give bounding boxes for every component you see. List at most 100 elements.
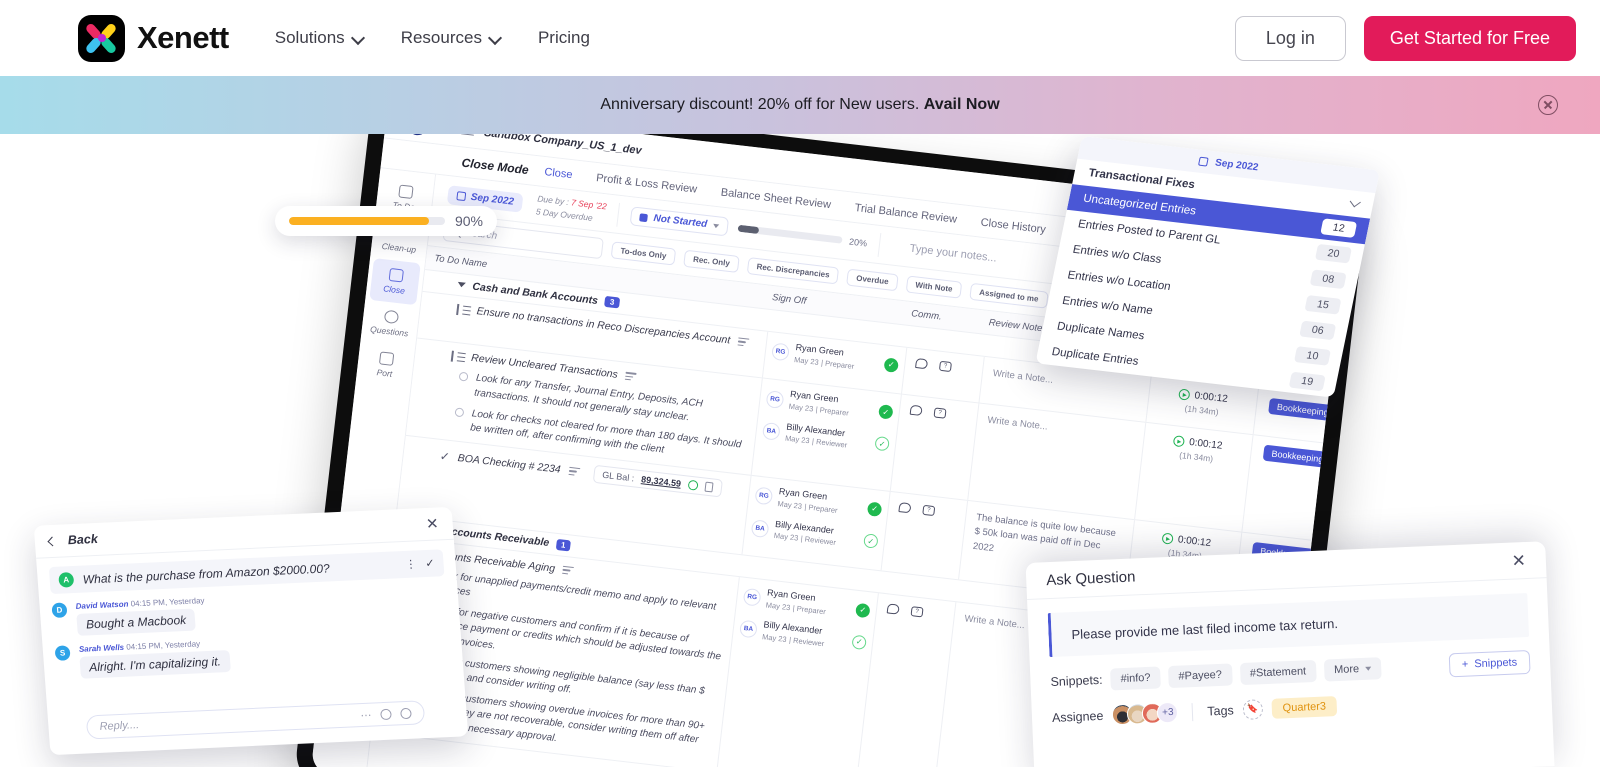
nav-item-resources[interactable]: Resources — [401, 28, 500, 48]
play-icon[interactable] — [1177, 388, 1191, 401]
close-book-icon — [388, 267, 404, 283]
assignee-overflow-count[interactable]: +3 — [1156, 701, 1179, 724]
status-label: Not Started — [652, 212, 708, 231]
description-icon — [737, 336, 750, 349]
snippet-statement[interactable]: #Statement — [1239, 659, 1317, 686]
signoff-check-icon[interactable]: ✓ — [855, 602, 871, 618]
radio-icon[interactable] — [458, 371, 469, 382]
tag-chip-quarter3[interactable]: Quarter3 — [1271, 695, 1338, 719]
notes-input[interactable]: Type your notes... — [909, 242, 997, 264]
filter-chip-rec-only[interactable]: Rec. Only — [683, 249, 740, 273]
landing-page: Xenett Solutions Resources Pricing Log i… — [0, 0, 1600, 767]
resolve-check-icon[interactable]: ✓ — [425, 557, 435, 570]
hamburger-menu-icon[interactable] — [460, 134, 476, 138]
comment-icon[interactable] — [898, 502, 912, 514]
row-comm-cell: ? — [901, 347, 985, 403]
filter-chip-with-note[interactable]: With Note — [905, 275, 963, 299]
row-note-cell[interactable]: Write a Note... — [968, 403, 1147, 520]
play-icon[interactable] — [1161, 532, 1174, 545]
question-bubble-icon[interactable]: ? — [910, 606, 924, 618]
snippet-info[interactable]: #info? — [1110, 666, 1161, 691]
filter-chip-todos-only[interactable]: To-dos Only — [610, 241, 677, 266]
question-bubble-icon[interactable]: ? — [933, 407, 947, 420]
filter-chip-rec-discrepancies[interactable]: Rec. Discrepancies — [746, 257, 840, 285]
tab-close[interactable]: Close — [544, 166, 573, 181]
question-bubble-icon[interactable]: ? — [922, 504, 936, 517]
tab-close-history[interactable]: Close History — [980, 216, 1046, 235]
nav-item-pricing[interactable]: Pricing — [538, 28, 590, 48]
chevron-down-icon — [712, 223, 720, 228]
signer: BA Billy Alexander May 23 | Reviewer ✓ — [738, 617, 868, 655]
dropdown-item-count: 08 — [1309, 269, 1347, 290]
more-dots-icon[interactable]: ⋯ — [360, 708, 372, 721]
back-arrow-icon[interactable] — [47, 536, 58, 546]
attach-upload-icon[interactable] — [400, 707, 412, 719]
login-button[interactable]: Log in — [1234, 15, 1346, 61]
get-started-button[interactable]: Get Started for Free — [1363, 15, 1576, 61]
checklist-icon — [450, 350, 464, 363]
snippet-payee[interactable]: #Payee? — [1168, 663, 1233, 689]
sidebar-item-close[interactable]: Close — [369, 258, 421, 306]
gl-balance[interactable]: GL Bal : 89,324.59 — [592, 464, 723, 498]
sidebar-item-portal[interactable]: Port — [356, 341, 415, 389]
close-circle-icon[interactable] — [1538, 95, 1558, 115]
emoji-icon[interactable] — [380, 708, 392, 720]
signoff-check-icon[interactable]: ✓ — [878, 404, 894, 420]
todo-icon — [397, 184, 414, 199]
document-icon[interactable] — [704, 481, 714, 493]
close-progress-fill — [737, 224, 760, 235]
promo-cta-link[interactable]: Avail Now — [924, 96, 1000, 113]
close-icon[interactable]: ✕ — [425, 515, 439, 533]
check-circle-icon[interactable] — [687, 479, 699, 491]
promo-message: Anniversary discount! 20% off for New us… — [600, 96, 920, 113]
signer: RG Ryan Green May 23 | Preparer ✓ — [742, 585, 871, 623]
signer-role-value: Preparer — [808, 502, 839, 515]
tag-chip[interactable]: Bookkeeping — [1262, 444, 1333, 469]
filter-chip-overdue[interactable]: Overdue — [846, 268, 899, 292]
close-icon[interactable]: ✕ — [1511, 551, 1526, 571]
message-text: Alright. I'm capitalizing it. — [79, 650, 231, 679]
tab-profit-loss-review[interactable]: Profit & Loss Review — [596, 172, 698, 196]
avatar: S — [54, 645, 71, 661]
ask-question-input[interactable]: Please provide me last filed income tax … — [1047, 593, 1530, 658]
brand-logo[interactable]: Xenett — [78, 14, 229, 62]
promo-text: Anniversary discount! 20% off for New us… — [600, 96, 999, 114]
signoff-check-icon[interactable]: ✓ — [883, 357, 900, 373]
signoff-check-icon[interactable]: ✓ — [874, 436, 890, 452]
task-title: BOA Checking # 2234 — [457, 452, 562, 476]
signer-info: Ryan Green May 23 | Preparer — [765, 587, 828, 617]
reply-input[interactable]: Reply.... ⋯ — [85, 700, 426, 740]
gl-balance-label: GL Bal : — [601, 469, 635, 484]
sidebar-label-questions: Questions — [369, 324, 409, 339]
assignee-avatars[interactable]: +3 — [1111, 701, 1179, 726]
tag-icon[interactable]: 🔖 — [1242, 698, 1264, 720]
signoff-check-icon[interactable]: ✓ — [863, 533, 879, 549]
snippet-more-dropdown[interactable]: More — [1323, 657, 1382, 682]
overall-progress-fill — [289, 217, 430, 225]
tab-trial-balance-review[interactable]: Trial Balance Review — [854, 201, 958, 225]
add-snippets-button[interactable]: + Snippets — [1448, 649, 1531, 678]
row-signoff-cell: RG Ryan Green May 23 | Preparer ✓ — [717, 577, 879, 767]
row-time-cell: 0:00:12 (1h 34m) — [1135, 423, 1254, 532]
play-icon[interactable] — [1172, 435, 1185, 448]
signer-date: May 23 — [788, 401, 814, 414]
comment-icon[interactable] — [909, 405, 923, 417]
question-bubble-icon[interactable]: ? — [938, 360, 952, 373]
signoff-check-icon[interactable]: ✓ — [851, 634, 867, 651]
tag-chip[interactable]: Bookkeeping — [1268, 397, 1338, 422]
comment-icon[interactable] — [915, 358, 929, 370]
signer-info: Ryan Green May 23 | Preparer — [794, 342, 857, 372]
status-dropdown[interactable]: Not Started — [629, 206, 730, 237]
tags-label: Tags — [1207, 702, 1234, 718]
back-button-label[interactable]: Back — [67, 532, 98, 547]
tab-balance-sheet-review[interactable]: Balance Sheet Review — [720, 186, 831, 211]
signer-date: May 23 — [761, 632, 788, 644]
more-options-icon[interactable]: ⋮ — [405, 557, 417, 570]
comment-icon[interactable] — [886, 603, 900, 615]
signoff-check-icon[interactable]: ✓ — [866, 501, 883, 517]
message-author: David Watson — [75, 599, 129, 611]
nav-item-solutions[interactable]: Solutions — [275, 28, 363, 48]
sidebar-item-questions[interactable]: Questions — [360, 299, 419, 347]
filter-chip-assigned-to-me[interactable]: Assigned to me — [969, 282, 1049, 309]
radio-icon[interactable] — [454, 407, 465, 418]
